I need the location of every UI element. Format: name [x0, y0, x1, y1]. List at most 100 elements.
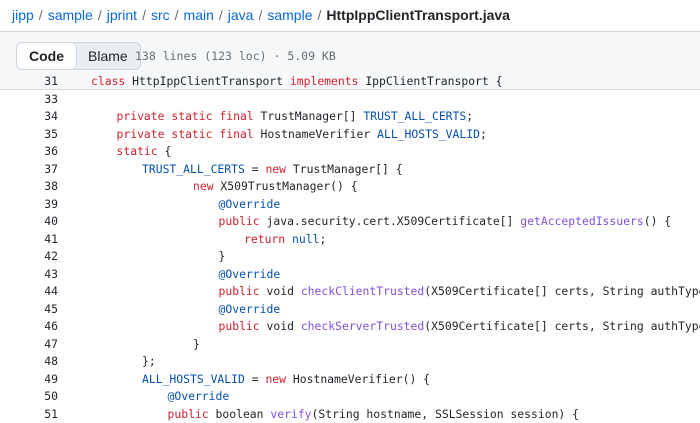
line-content: class HttpIppClientTransport implements …: [91, 73, 502, 91]
code-line: 33: [0, 91, 700, 109]
line-number[interactable]: 37: [0, 161, 58, 179]
code-token: ;: [480, 127, 487, 141]
code-line: 43 @Override: [0, 266, 700, 284]
line-number[interactable]: 47: [0, 336, 58, 354]
line-number[interactable]: 38: [0, 178, 58, 196]
code-token: boolean: [209, 407, 271, 421]
code-token: @Override: [219, 267, 281, 281]
line-number[interactable]: 31: [0, 73, 58, 91]
code-token: ALL_HOSTS_VALID: [142, 372, 245, 386]
code-token: static: [117, 144, 158, 158]
line-content: TRUST_ALL_CERTS = new TrustManager[] {: [142, 161, 403, 179]
code-line: 39 @Override: [0, 196, 700, 214]
code-token: }: [219, 249, 226, 263]
code-line: 35private static final HostnameVerifier …: [0, 126, 700, 144]
file-info: 138 lines (123 loc) · 5.09 KB: [135, 47, 336, 65]
code-line: 51public boolean verify(String hostname,…: [0, 406, 700, 423]
code-token: private static final: [117, 109, 254, 123]
breadcrumb-link-6[interactable]: sample: [267, 7, 312, 23]
line-number[interactable]: 44: [0, 283, 58, 301]
code-token: return: [244, 232, 285, 246]
code-token: (X509Certificate[] certs, String authTyp…: [424, 319, 700, 333]
breadcrumb-link-5[interactable]: java: [228, 7, 254, 23]
breadcrumb-file: HttpIppClientTransport.java: [326, 7, 510, 23]
code-token: verify: [270, 407, 311, 421]
line-content: @Override: [219, 196, 281, 214]
line-content: }: [219, 248, 226, 266]
code-token: void: [260, 319, 301, 333]
code-token: {: [158, 144, 172, 158]
code-line: 50 @Override: [0, 388, 700, 406]
line-content: public java.security.cert.X509Certificat…: [219, 213, 672, 231]
code-token: @Override: [219, 302, 281, 316]
code-token: @Override: [219, 197, 281, 211]
code-token: @Override: [168, 389, 230, 403]
line-number[interactable]: 33: [0, 91, 58, 109]
line-number[interactable]: 49: [0, 371, 58, 389]
code-token: new: [265, 372, 286, 386]
code-token: () {: [644, 214, 671, 228]
breadcrumb-link-0[interactable]: jipp: [12, 7, 34, 23]
line-number[interactable]: 51: [0, 406, 58, 423]
code-token: public: [219, 214, 260, 228]
line-number[interactable]: 50: [0, 388, 58, 406]
code-token: ALL_HOSTS_VALID: [377, 127, 480, 141]
line-number[interactable]: 41: [0, 231, 58, 249]
code-token: X509TrustManager() {: [214, 179, 358, 193]
code-line: 40 public java.security.cert.X509Certific…: [0, 213, 700, 231]
line-number[interactable]: 35: [0, 126, 58, 144]
code-token: class: [91, 74, 125, 88]
line-number[interactable]: 45: [0, 301, 58, 319]
breadcrumb-separator: /: [34, 7, 48, 23]
breadcrumb-link-4[interactable]: main: [184, 7, 214, 23]
line-number[interactable]: 34: [0, 108, 58, 126]
blame-tab[interactable]: Blame: [76, 43, 140, 69]
code-token: null: [292, 232, 319, 246]
breadcrumb-link-1[interactable]: sample: [48, 7, 93, 23]
code-view: 31 class HttpIppClientTransport implement…: [0, 73, 700, 423]
code-token: (X509Certificate[] certs, String authTyp…: [424, 284, 700, 298]
line-number[interactable]: 40: [0, 213, 58, 231]
line-number[interactable]: 36: [0, 143, 58, 161]
line-content: @Override: [168, 388, 230, 406]
code-token: TrustManager[] {: [286, 162, 403, 176]
code-tab[interactable]: Code: [16, 42, 77, 70]
breadcrumb-separator: /: [253, 7, 267, 23]
line-number[interactable]: 46: [0, 318, 58, 336]
code-token: public: [219, 319, 260, 333]
view-toggle: Code Blame: [16, 42, 141, 70]
code-token: java.security.cert.X509Certificate[]: [260, 214, 521, 228]
code-line: 48};: [0, 353, 700, 371]
code-token: TrustManager[]: [254, 109, 364, 123]
breadcrumb-separator: /: [214, 7, 228, 23]
line-number[interactable]: 42: [0, 248, 58, 266]
code-line: 45 @Override: [0, 301, 700, 319]
code-token: }: [193, 337, 200, 351]
breadcrumb-separator: /: [313, 7, 327, 23]
code-line: 49ALL_HOSTS_VALID = new HostnameVerifier…: [0, 371, 700, 389]
code-token: IppClientTransport {: [358, 74, 502, 88]
code-token: implements: [290, 74, 359, 88]
code-token: HttpIppClientTransport: [125, 74, 290, 88]
line-number[interactable]: 48: [0, 353, 58, 371]
line-content: @Override: [219, 301, 281, 319]
breadcrumb-link-2[interactable]: jprint: [107, 7, 137, 23]
line-number[interactable]: 43: [0, 266, 58, 284]
line-content: }: [193, 336, 200, 354]
line-content: };: [142, 353, 156, 371]
code-token: HostnameVerifier: [254, 127, 377, 141]
code-token: private static final: [117, 127, 254, 141]
code-line: 38 new X509TrustManager() {: [0, 178, 700, 196]
code-token: getAcceptedIssuers: [520, 214, 643, 228]
code-line: 31 class HttpIppClientTransport implement…: [0, 73, 700, 91]
line-number[interactable]: 39: [0, 196, 58, 214]
code-token: checkClientTrusted: [301, 284, 424, 298]
line-content: static {: [117, 143, 172, 161]
code-token: public: [168, 407, 209, 421]
code-token: HostnameVerifier() {: [286, 372, 430, 386]
code-token: new: [193, 179, 214, 193]
breadcrumb-link-3[interactable]: src: [151, 7, 170, 23]
code-line: 41 return null;: [0, 231, 700, 249]
breadcrumb: jipp/sample/jprint/src/main/java/sample/…: [12, 5, 510, 25]
line-content: return null;: [244, 231, 326, 249]
